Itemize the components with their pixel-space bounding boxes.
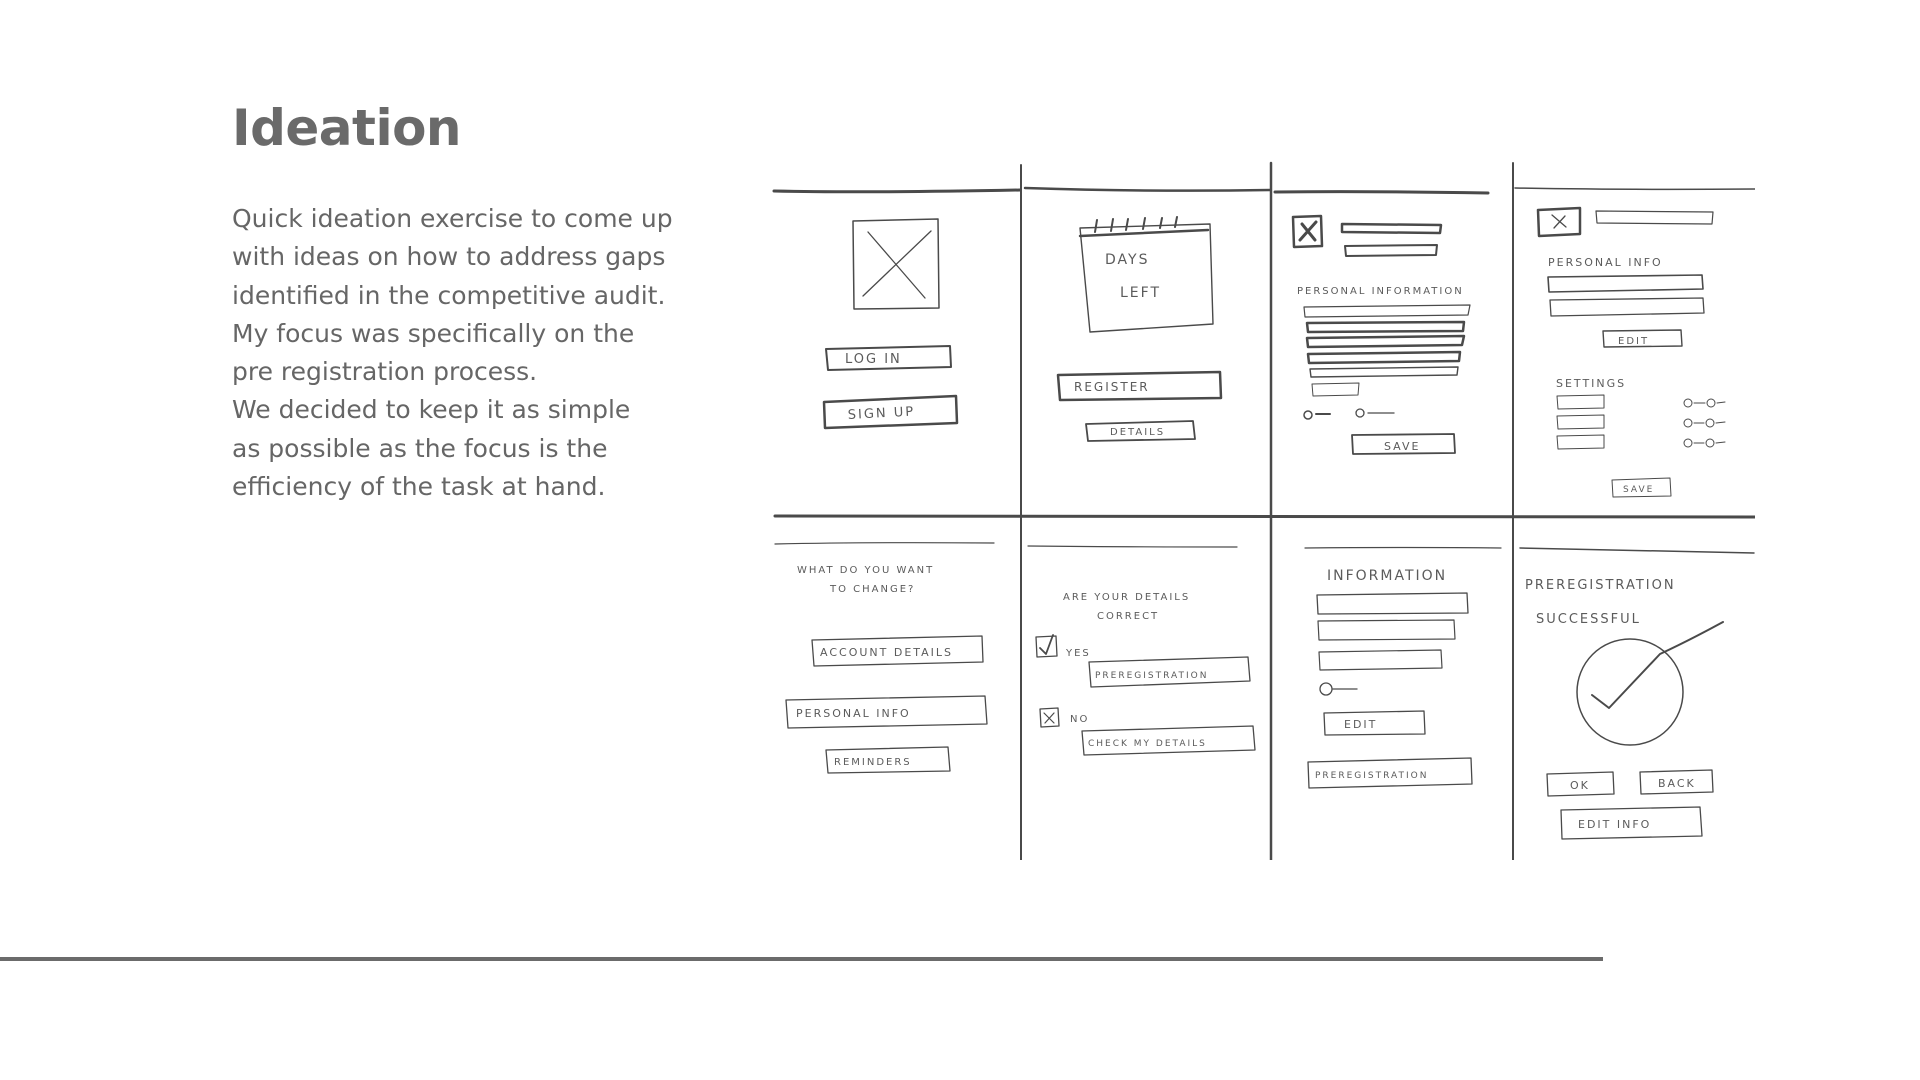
sketch-label: SETTINGS: [1556, 377, 1626, 390]
paragraph-line: as possible as the focus is the: [232, 433, 608, 463]
sketch-label: DETAILS: [1110, 427, 1165, 438]
sketch-label: PREREGISTRATION: [1525, 578, 1676, 593]
sketch-grid-image: LOG IN SIGN UP DAYS LEFT REGISTER DETAIL…: [772, 161, 1755, 860]
sketch-label: PREREGISTRATION: [1315, 771, 1428, 781]
sketch-label: DAYS: [1105, 252, 1149, 268]
paragraph-line: My focus was specifically on the: [232, 318, 635, 348]
paragraph-line: We decided to keep it as simple: [232, 395, 631, 425]
sketch-label: REGISTER: [1074, 380, 1150, 394]
sketch-label: YES: [1065, 648, 1091, 659]
description-paragraph: Quick ideation exercise to come up with …: [232, 200, 702, 506]
sketch-label: BACK: [1658, 777, 1696, 790]
footer-divider: [0, 957, 1603, 961]
sketch-label: PERSONAL INFORMATION: [1297, 286, 1464, 297]
paragraph-line: with ideas on how to address gaps: [232, 242, 666, 272]
sketch-label: SAVE: [1384, 440, 1420, 453]
sketch-label: PERSONAL INFO: [1548, 256, 1663, 269]
sketch-label: LOG IN: [845, 352, 902, 367]
paragraph-line: Quick ideation exercise to come up: [232, 204, 673, 233]
sketch-label: SUCCESSFUL: [1536, 612, 1641, 627]
slide-title: Ideation: [232, 99, 462, 157]
sketch-label: ACCOUNT DETAILS: [820, 646, 953, 659]
paragraph-line: efficiency of the task at hand.: [232, 472, 606, 502]
sketch-label: NO: [1070, 714, 1089, 725]
sketch-label: ARE YOUR DETAILS: [1063, 592, 1190, 603]
sketch-label: LEFT: [1120, 285, 1161, 301]
sketch-label: OK: [1570, 779, 1590, 792]
sketch-label: INFORMATION: [1327, 568, 1447, 584]
paragraph-line: pre registration process.: [232, 357, 538, 387]
sketch-label: SAVE: [1623, 485, 1654, 495]
sketch-label: SIGN UP: [847, 404, 915, 423]
sketch-label: TO CHANGE?: [829, 584, 915, 595]
sketch-label: CORRECT: [1097, 611, 1159, 622]
sketch-label: EDIT INFO: [1578, 818, 1651, 831]
sketch-label: EDIT: [1344, 718, 1377, 731]
sketch-label: PERSONAL INFO: [796, 707, 911, 720]
sketch-label: WHAT DO YOU WANT: [797, 565, 934, 576]
sketch-label: CHECK MY DETAILS: [1088, 739, 1207, 749]
sketch-label: REMINDERS: [834, 757, 912, 768]
wireframe-sketches: LOG IN SIGN UP DAYS LEFT REGISTER DETAIL…: [770, 160, 1755, 860]
sketch-label: EDIT: [1618, 336, 1649, 347]
paragraph-line: identified in the competitive audit.: [232, 280, 666, 310]
sketch-label: PREREGISTRATION: [1095, 671, 1208, 681]
